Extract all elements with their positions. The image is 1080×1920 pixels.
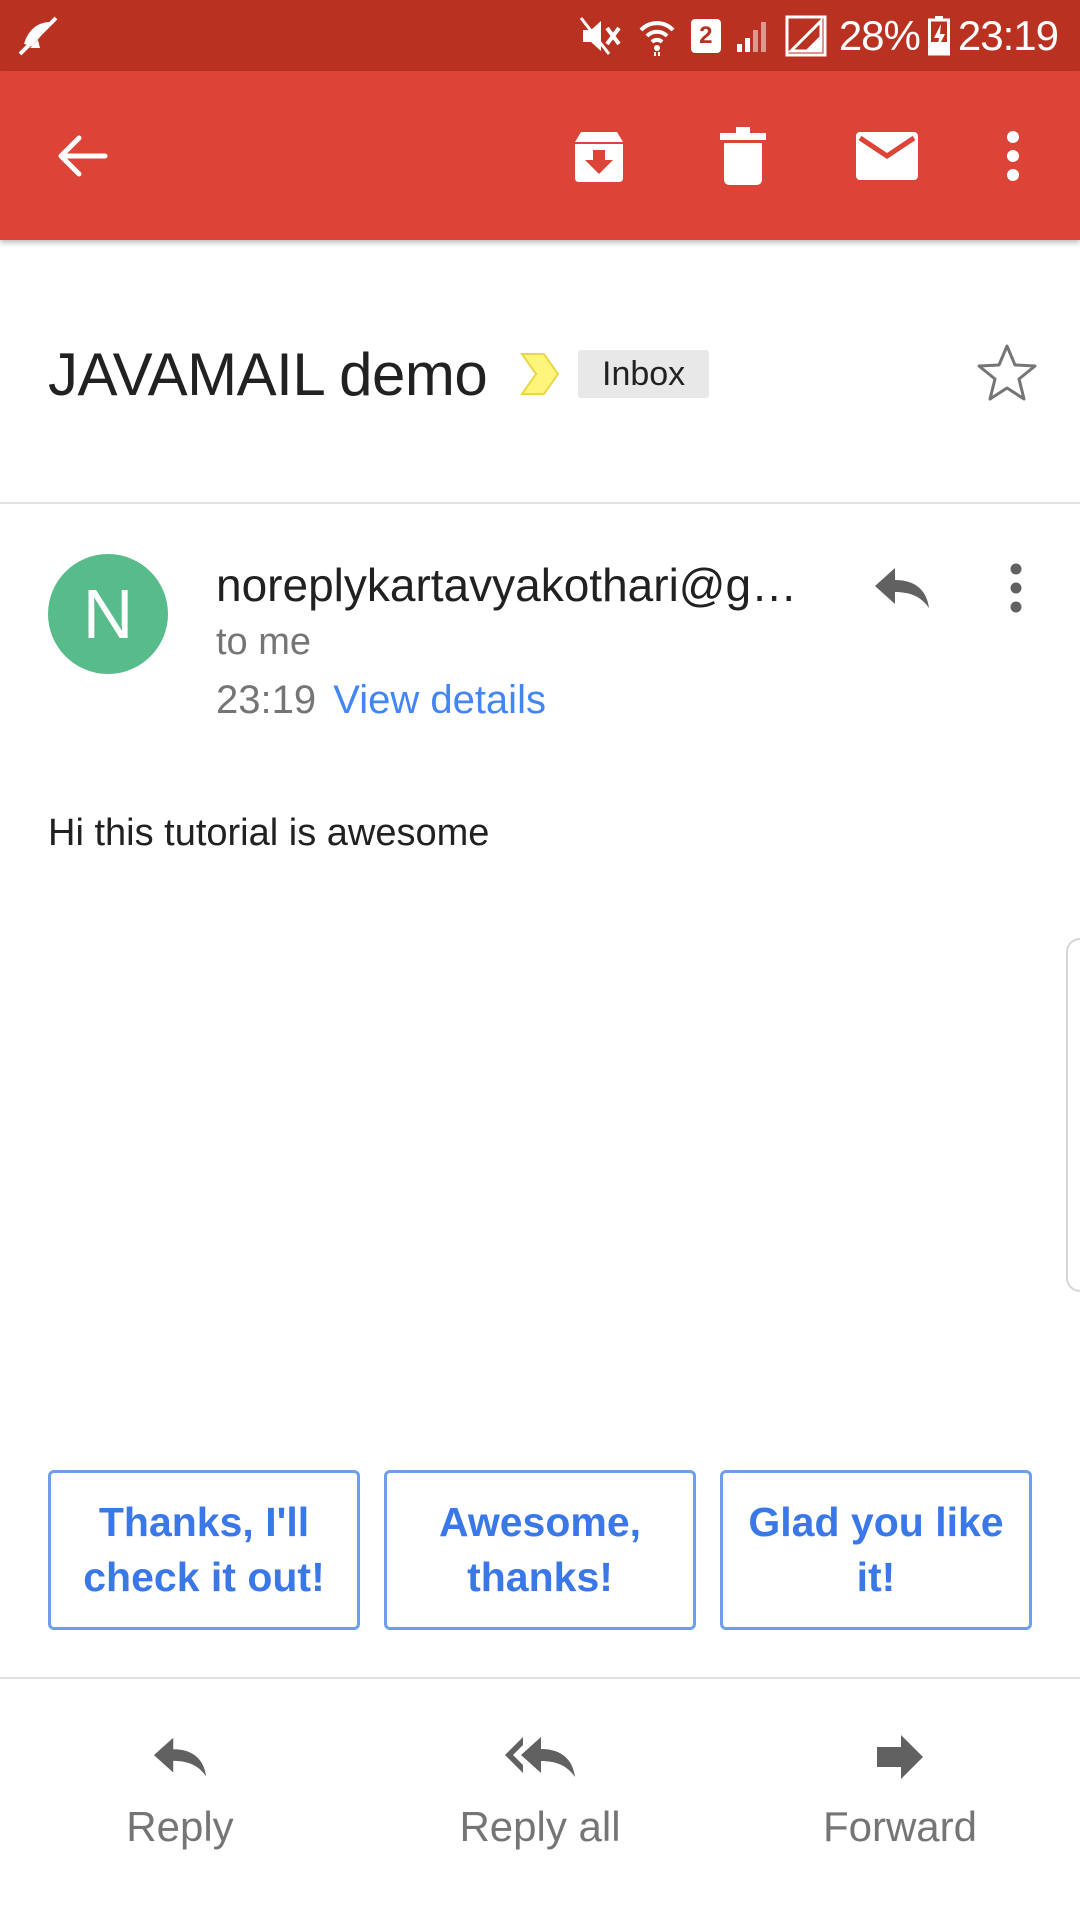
avatar[interactable]: N <box>48 554 168 674</box>
smart-reply-button[interactable]: Thanks, I'll check it out! <box>48 1470 360 1630</box>
reply-button[interactable]: Reply <box>60 1727 300 1851</box>
message-header[interactable]: N noreplykartavyakothari@gmail.com to me… <box>0 506 1080 746</box>
smart-replies: Thanks, I'll check it out! Awesome, than… <box>48 1470 1032 1630</box>
wifi-icon <box>637 16 677 56</box>
reply-icon-button[interactable] <box>862 548 942 628</box>
battery-percent: 28% <box>838 11 921 59</box>
mark-unread-button[interactable] <box>832 71 942 240</box>
notification-off-icon <box>16 14 60 58</box>
star-button[interactable] <box>972 338 1042 408</box>
reply-all-button[interactable]: Reply all <box>420 1727 660 1851</box>
more-vert-icon <box>1010 563 1022 613</box>
smart-reply-button[interactable]: Awesome, thanks! <box>384 1470 696 1630</box>
status-bar: 2 28% 23:19 <box>0 0 1080 71</box>
email-body: Hi this tutorial is awesome <box>48 812 490 854</box>
mute-icon <box>579 16 623 56</box>
status-clock: 23:19 <box>957 11 1059 59</box>
battery-charging-icon <box>927 15 950 56</box>
label-chip-inbox[interactable]: Inbox <box>578 350 710 398</box>
forward-label: Forward <box>822 1803 978 1850</box>
archive-icon <box>575 131 623 182</box>
message-time: 23:19 <box>216 678 317 722</box>
reply-label: Reply <box>126 1803 234 1850</box>
mark-unread-icon <box>856 131 918 180</box>
email-subject: JAVAMAIL demo <box>48 341 488 408</box>
message-meta: 23:19 View details <box>216 678 546 723</box>
reply-icon <box>875 568 929 608</box>
app-toolbar <box>0 71 1080 240</box>
signal-icon <box>735 18 771 54</box>
delete-button[interactable] <box>688 71 798 240</box>
reply-all-icon <box>505 1737 575 1777</box>
forward-icon <box>877 1735 923 1779</box>
delete-icon <box>720 126 766 185</box>
edge-panel-handle[interactable] <box>1066 938 1080 1292</box>
back-button[interactable] <box>26 71 136 240</box>
reply-icon <box>153 1737 207 1777</box>
subject-row: JAVAMAIL demo Inbox <box>0 240 1080 504</box>
more-vert-icon <box>1007 130 1019 181</box>
sender-address: noreplykartavyakothari@gmail.com <box>216 559 816 611</box>
recipient-text: to me <box>216 621 312 663</box>
signal-icon <box>785 15 827 57</box>
reply-all-label: Reply all <box>459 1803 621 1850</box>
importance-marker-icon[interactable] <box>520 352 560 401</box>
sim-badge: 2 <box>690 18 721 53</box>
back-arrow-icon <box>58 135 108 176</box>
message-more-button[interactable] <box>986 548 1046 628</box>
bottom-action-bar: Reply Reply all Forward <box>0 1677 1080 1920</box>
star-outline-icon <box>977 344 1037 401</box>
archive-button[interactable] <box>544 71 654 240</box>
more-options-button[interactable] <box>958 71 1068 240</box>
smart-reply-button[interactable]: Glad you like it! <box>720 1470 1032 1630</box>
forward-button[interactable]: Forward <box>780 1727 1020 1851</box>
view-details-link[interactable]: View details <box>333 678 546 722</box>
